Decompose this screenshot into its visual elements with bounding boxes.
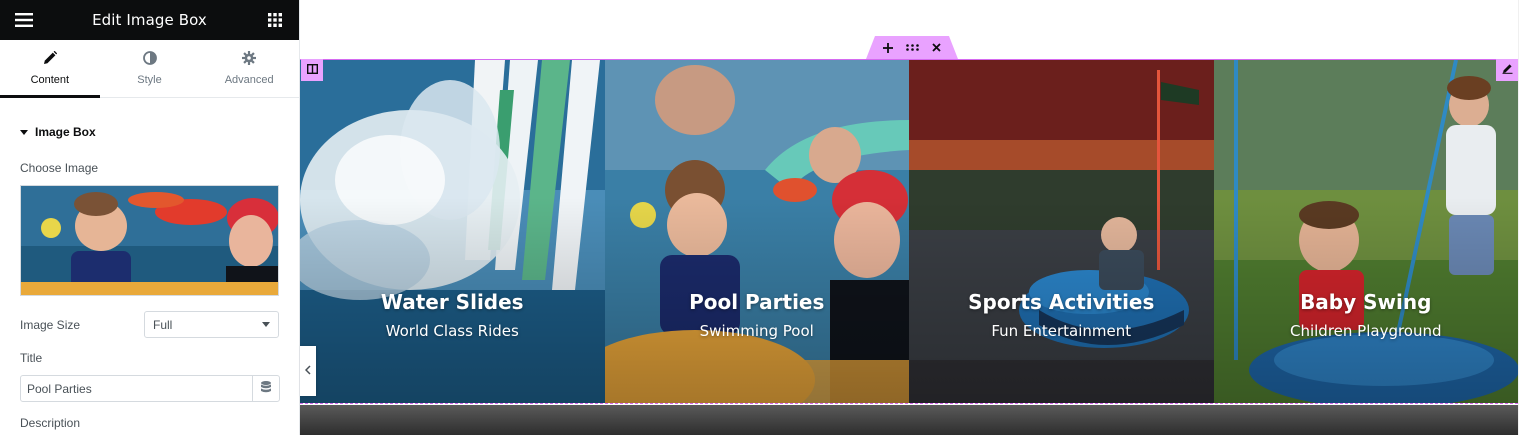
image-size-label: Image Size [20, 317, 81, 332]
chevron-left-icon [304, 362, 311, 380]
image-size-value: Full [153, 317, 173, 332]
image-box-description: Fun Entertainment [991, 322, 1132, 340]
tab-style[interactable]: Style [100, 40, 200, 97]
title-label: Title [20, 351, 43, 365]
image-box-column[interactable]: Baby Swing Children Playground [1213, 60, 1518, 403]
image-box-title: Pool Parties [689, 290, 825, 314]
description-label: Description [20, 416, 81, 430]
image-preview[interactable] [20, 185, 279, 296]
database-icon [261, 380, 271, 398]
widgets-grid-icon[interactable] [263, 8, 287, 32]
panel-tabs: Content Style Advanced [0, 40, 299, 98]
panel-title: Edit Image Box [92, 11, 207, 29]
edit-widget-handle[interactable] [1496, 59, 1518, 81]
pencil-icon [43, 50, 58, 68]
choose-image-label: Choose Image [20, 161, 99, 175]
pencil-icon [1502, 61, 1513, 79]
image-box-section-toggle[interactable]: Image Box [0, 112, 299, 152]
tab-content-label: Content [30, 74, 70, 86]
image-box-title: Water Slides [380, 290, 524, 314]
collapse-panel-button[interactable] [300, 346, 316, 396]
image-box-description: Swimming Pool [699, 322, 814, 340]
delete-section-icon[interactable] [932, 43, 941, 52]
contrast-icon [142, 51, 157, 68]
tab-advanced-label: Advanced [224, 74, 274, 86]
title-input[interactable] [20, 375, 253, 402]
image-box-column[interactable]: Water Slides World Class Rides [300, 60, 605, 403]
next-section [300, 405, 1518, 435]
editor-panel: Edit Image Box Content Style Advanced Im… [0, 0, 300, 435]
dynamic-tags-button[interactable] [252, 375, 280, 402]
drag-handle-icon[interactable] [906, 44, 919, 51]
image-box-column[interactable]: Pool Parties Swimming Pool [604, 60, 909, 403]
image-box-title: Sports Activities [968, 290, 1155, 314]
gear-icon [242, 51, 257, 68]
tab-advanced[interactable]: Advanced [199, 40, 299, 97]
image-box-title: Baby Swing [1300, 290, 1432, 314]
caret-down-icon [20, 129, 28, 135]
tab-style-label: Style [137, 74, 162, 86]
column-layout-icon [306, 61, 318, 79]
column-handle[interactable] [301, 59, 323, 81]
tab-content[interactable]: Content [0, 40, 100, 98]
image-box-section: Water Slides World Class Rides Pool Part… [300, 59, 1518, 404]
panel-header: Edit Image Box [0, 0, 299, 40]
image-box-description: World Class Rides [385, 322, 519, 340]
hamburger-menu-icon[interactable] [12, 8, 36, 32]
section-title: Image Box [35, 125, 96, 139]
image-size-control: Image Size Full [20, 311, 279, 338]
add-section-icon[interactable] [883, 42, 893, 53]
section-handle [866, 36, 958, 59]
canvas-scrollbar[interactable] [1518, 0, 1536, 435]
image-box-description: Children Playground [1289, 322, 1442, 340]
image-size-select[interactable]: Full [144, 311, 279, 338]
chevron-down-icon [262, 322, 270, 327]
image-box-column[interactable]: Sports Activities Fun Entertainment [909, 60, 1214, 403]
